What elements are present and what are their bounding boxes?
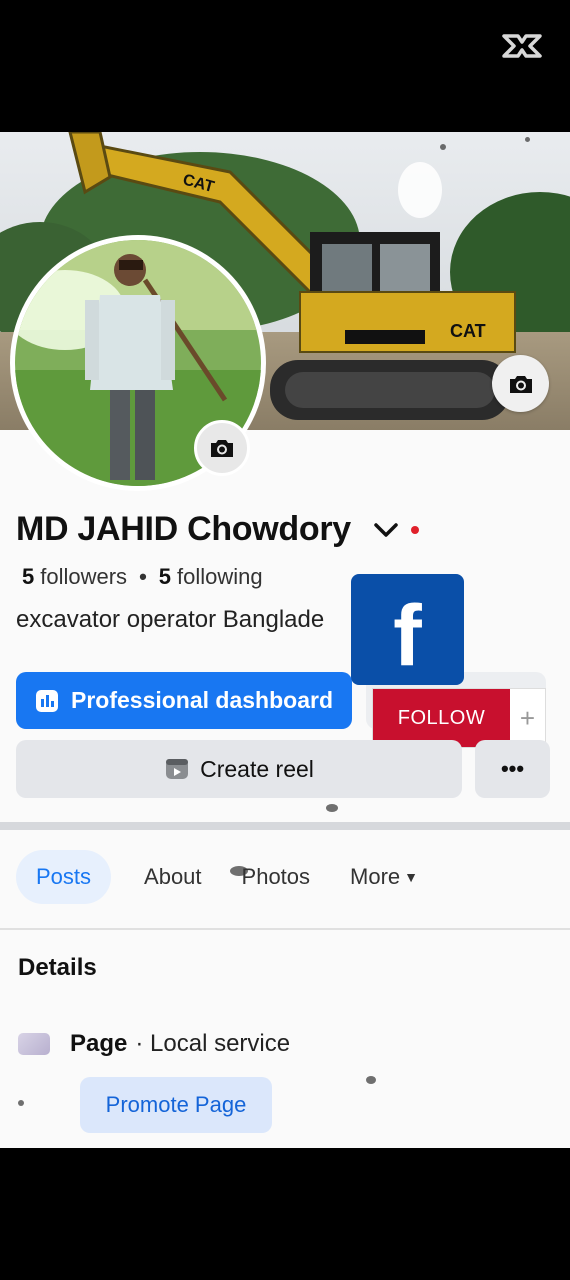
screen-speck bbox=[326, 804, 338, 812]
profile-tabs: Posts About Photos More ▼ bbox=[16, 848, 458, 906]
screen-speck bbox=[440, 144, 446, 150]
followers-count[interactable]: 5 bbox=[22, 564, 34, 590]
bar-chart-icon bbox=[35, 689, 58, 712]
professional-dashboard-button[interactable]: Professional dashboard bbox=[16, 672, 352, 729]
stats-separator: • bbox=[139, 564, 147, 589]
reel-label: Create reel bbox=[200, 755, 314, 782]
following-count[interactable]: 5 bbox=[159, 564, 171, 590]
status-dot bbox=[410, 525, 419, 534]
follow-stats: 5 followers • 5 following bbox=[22, 564, 263, 590]
followers-label[interactable]: followers bbox=[40, 564, 127, 590]
profile-screen: CAT CAT MD JAHID Chowdory 5 followers • … bbox=[0, 132, 570, 1148]
camera-icon bbox=[211, 440, 233, 457]
page-type-category: · Local service bbox=[135, 1030, 291, 1057]
facebook-logo-letter: f bbox=[393, 588, 422, 684]
caret-down-icon: ▼ bbox=[404, 869, 419, 885]
follow-overlay[interactable]: FOLLOW + bbox=[372, 688, 546, 748]
dashboard-label: Professional dashboard bbox=[70, 687, 333, 713]
page-type-row: Page · Local service bbox=[18, 1030, 290, 1058]
profile-bio: excavator operator Banglade bbox=[16, 606, 325, 633]
profile-name-row: MD JAHID Chowdory bbox=[16, 510, 419, 549]
screen-speck bbox=[525, 137, 530, 142]
svg-text:CAT: CAT bbox=[450, 321, 486, 341]
video-top-bar bbox=[0, 0, 570, 132]
tab-photos[interactable]: Photos bbox=[242, 864, 311, 890]
reel-icon bbox=[166, 759, 189, 779]
tabs-divider bbox=[0, 928, 570, 930]
more-options-button[interactable]: ••• bbox=[475, 740, 550, 798]
tab-more-label: More bbox=[350, 864, 401, 889]
tab-about[interactable]: About bbox=[144, 864, 202, 890]
screen-speck bbox=[366, 1076, 376, 1084]
following-label[interactable]: following bbox=[177, 564, 263, 590]
tab-posts[interactable]: Posts bbox=[16, 850, 112, 904]
screen-speck bbox=[230, 866, 248, 876]
edit-cover-camera-button[interactable] bbox=[492, 355, 549, 412]
follow-button[interactable]: FOLLOW bbox=[373, 689, 510, 747]
facebook-logo-overlay: f bbox=[351, 574, 464, 685]
follow-plus-button[interactable]: + bbox=[510, 689, 545, 747]
capcut-logo-icon bbox=[502, 34, 542, 58]
page-icon bbox=[18, 1033, 50, 1055]
create-reel-button[interactable]: Create reel bbox=[16, 740, 462, 798]
promote-page-button[interactable]: Promote Page bbox=[80, 1077, 272, 1133]
details-heading: Details bbox=[18, 954, 97, 981]
tab-more[interactable]: More ▼ bbox=[350, 864, 418, 890]
section-divider bbox=[0, 822, 570, 830]
camera-icon bbox=[509, 375, 532, 393]
chevron-down-icon[interactable] bbox=[373, 520, 399, 540]
edit-avatar-camera-button[interactable] bbox=[194, 420, 250, 476]
video-bottom-bar bbox=[0, 1148, 570, 1280]
profile-name: MD JAHID Chowdory bbox=[16, 510, 351, 548]
page-type-bold: Page bbox=[70, 1030, 128, 1057]
screen-speck bbox=[18, 1100, 24, 1106]
